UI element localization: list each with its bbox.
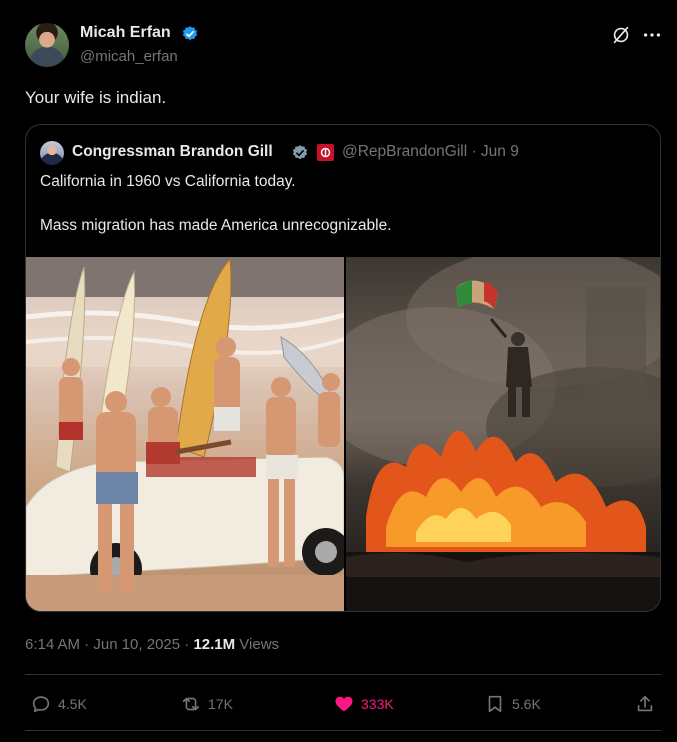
repost-icon <box>182 697 200 711</box>
share-button[interactable] <box>634 690 656 718</box>
reply-count: 4.5K <box>58 696 87 712</box>
fire-scene-illustration <box>346 257 660 611</box>
bookmark-count: 5.6K <box>512 696 541 712</box>
quoted-text-line-2: Mass migration has made America unrecogn… <box>40 217 392 234</box>
bookmark-icon <box>488 695 502 713</box>
tweet-meta: 6:14 AM · Jun 10, 2025 · 12.1M Views <box>25 636 279 653</box>
tweet-text: Your wife is indian. <box>25 88 167 107</box>
quoted-text-line-1: California in 1960 vs California today. <box>40 173 296 190</box>
share-icon <box>637 695 653 712</box>
quoted-tweet[interactable]: Congressman Brandon Gill @RepBrandonGill… <box>25 124 661 612</box>
views-label: Views <box>235 636 280 653</box>
author-handle[interactable]: @micah_erfan <box>80 48 178 65</box>
heart-icon <box>335 696 353 712</box>
divider-top <box>25 674 661 675</box>
repost-count: 17K <box>208 696 233 712</box>
burning-car-image[interactable] <box>346 257 660 611</box>
divider-bottom <box>25 730 661 731</box>
verified-icon <box>182 26 198 41</box>
bookmark-button[interactable]: 5.6K <box>484 690 541 718</box>
author-avatar[interactable] <box>25 23 69 67</box>
beach-surfers-image[interactable] <box>26 257 344 611</box>
grok-icon[interactable] <box>610 24 632 46</box>
affiliate-badge-icon <box>317 144 334 161</box>
like-count: 333K <box>361 696 394 712</box>
reply-button[interactable]: 4.5K <box>30 690 87 718</box>
author-name[interactable]: Micah Erfan <box>80 24 171 42</box>
quoted-author-avatar[interactable] <box>40 141 64 165</box>
quoted-author-name[interactable]: Congressman Brandon Gill <box>72 143 273 161</box>
like-button[interactable]: 333K <box>333 690 394 718</box>
repost-button[interactable]: 17K <box>180 690 233 718</box>
quoted-handle-date[interactable]: @RepBrandonGill · Jun 9 <box>342 143 519 161</box>
views-count: 12.1M <box>193 636 236 653</box>
reply-icon <box>32 696 50 713</box>
more-icon[interactable] <box>641 24 663 46</box>
timestamp[interactable]: 6:14 AM · Jun 10, 2025 · <box>25 636 193 653</box>
gray-verified-icon <box>292 145 308 160</box>
beach-scene-illustration <box>26 257 344 611</box>
